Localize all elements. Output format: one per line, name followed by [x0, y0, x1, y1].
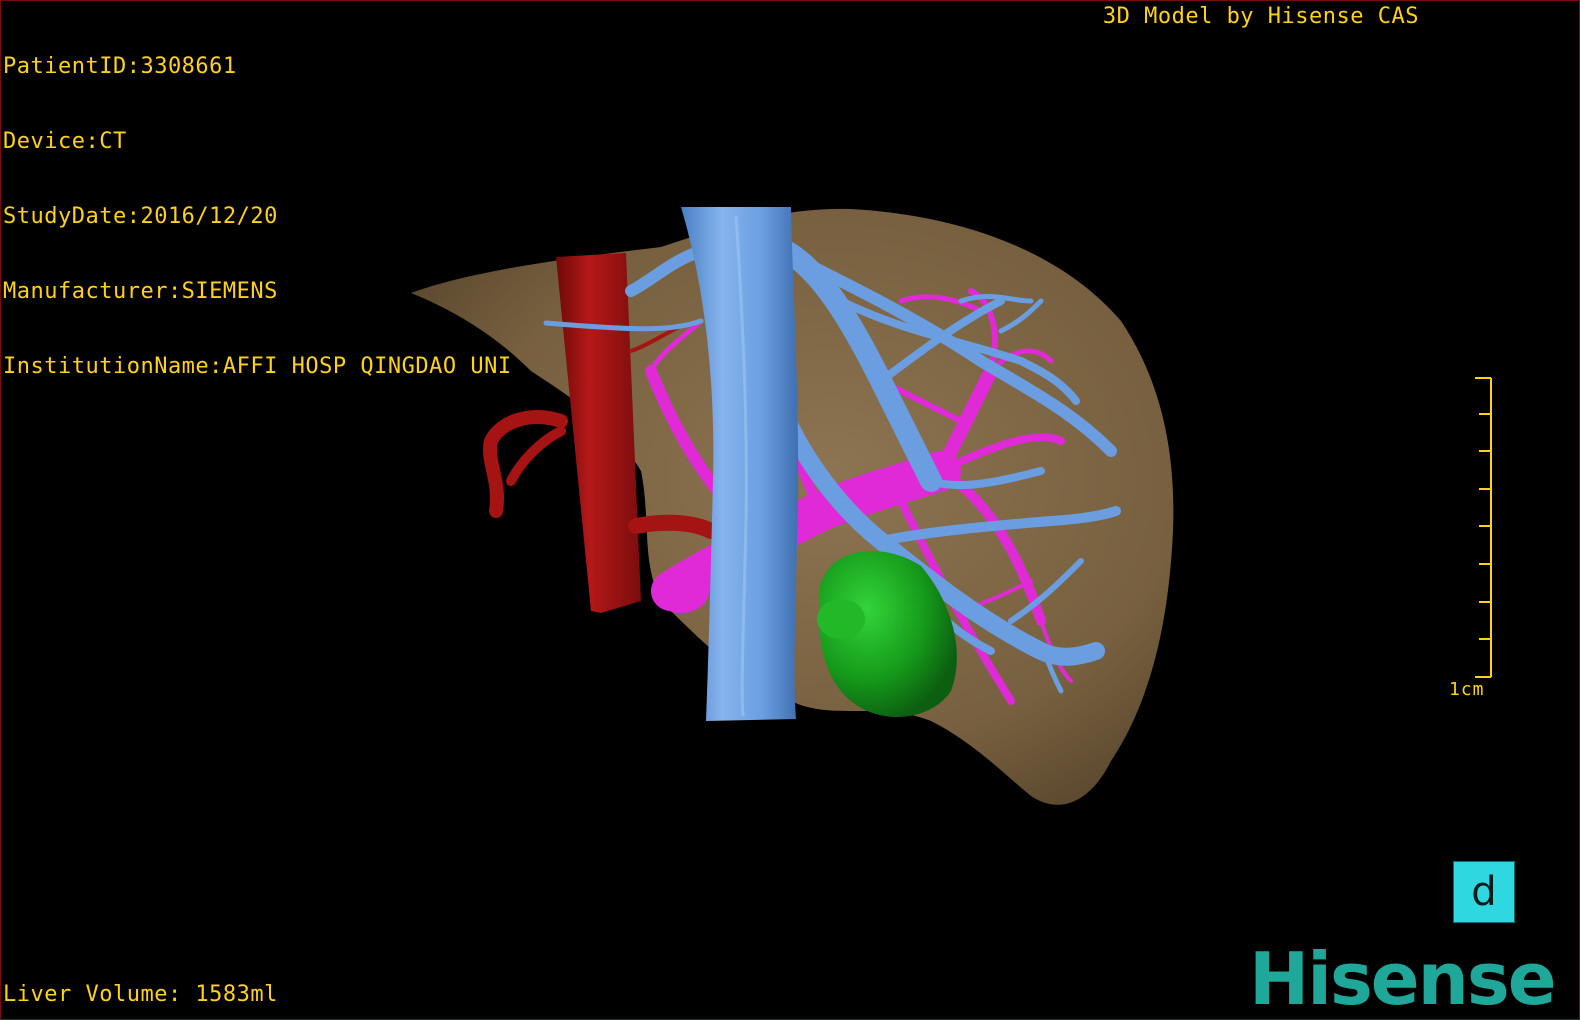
patient-id: PatientID:3308661: [3, 54, 237, 79]
liver-volume: Liver Volume: 1583ml: [3, 982, 278, 1007]
scale-bar: [1475, 377, 1492, 678]
portal-vein-trunk: [653, 569, 709, 613]
manufacturer: Manufacturer:SIEMENS: [3, 279, 278, 304]
patient-info: PatientID:3308661 Device:CT StudyDate:20…: [3, 4, 512, 429]
model-credit: 3D Model by Hisense CAS: [1102, 4, 1419, 29]
hisense-logo: Hisense: [1249, 937, 1557, 1020]
orientation-marker[interactable]: d: [1453, 861, 1515, 923]
institution-name: InstitutionName:AFFI HOSP QINGDAO UNI: [3, 354, 512, 379]
orientation-letter: d: [1471, 869, 1497, 915]
study-date: StudyDate:2016/12/20: [3, 204, 278, 229]
vessel-tip: [1082, 646, 1096, 660]
3d-viewport[interactable]: PatientID:3308661 Device:CT StudyDate:20…: [0, 0, 1580, 1020]
scale-bar-label: 1cm: [1449, 679, 1485, 700]
device: Device:CT: [3, 129, 127, 154]
